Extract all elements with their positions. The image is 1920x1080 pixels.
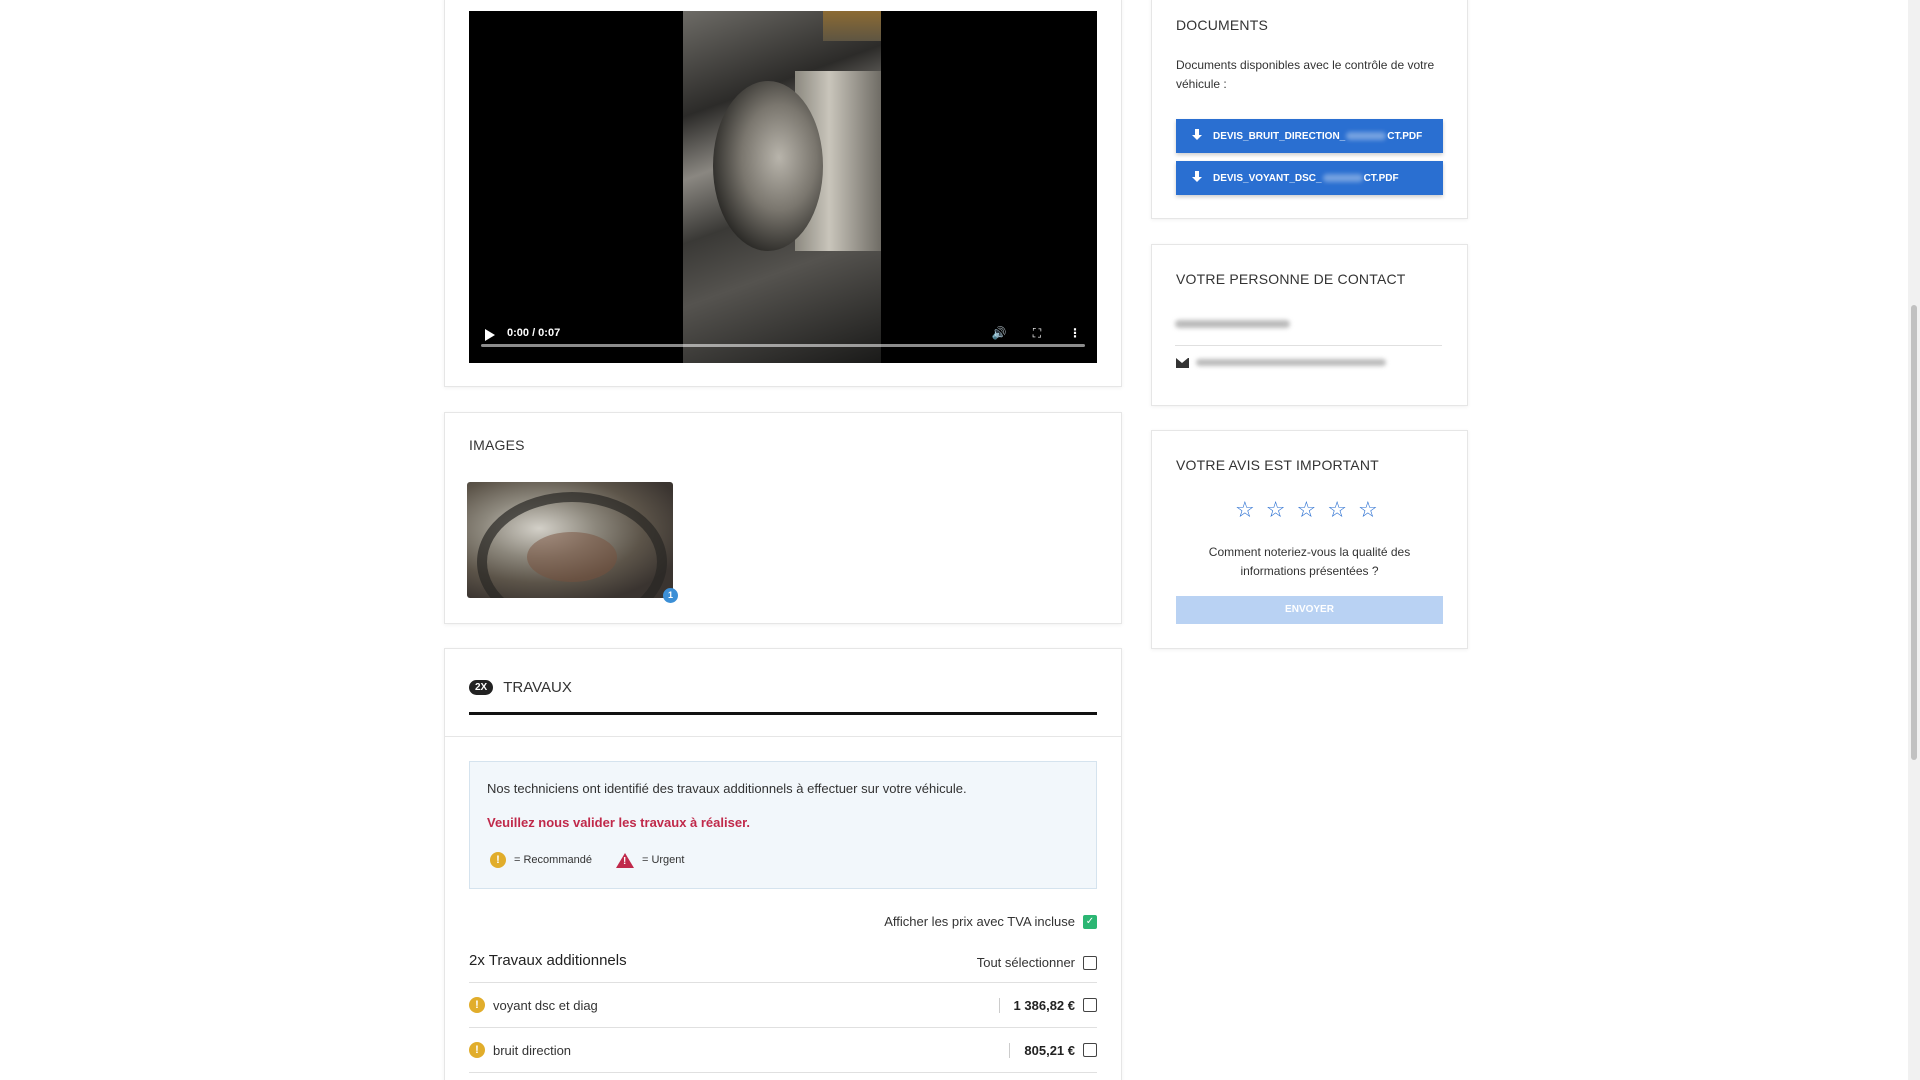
documents-description: Documents disponibles avec le contrôle d… — [1176, 58, 1435, 91]
legend-recommended: = Recommandé — [514, 854, 592, 866]
scrollbar-thumb[interactable] — [1911, 305, 1917, 760]
star-icon[interactable]: ☆ — [1327, 498, 1347, 522]
image-thumbnail[interactable] — [467, 482, 673, 598]
select-all-label: Tout sélectionner — [976, 955, 1075, 970]
fullscreen-icon[interactable]: ⛶ — [1029, 325, 1045, 341]
tab-title: TRAVAUX — [503, 679, 572, 696]
volume-icon[interactable]: 🔊 — [991, 325, 1007, 341]
play-icon[interactable] — [485, 329, 495, 341]
rating-card: VOTRE AVIS EST IMPORTANT ☆ ☆ ☆ ☆ ☆ Comme… — [1151, 430, 1468, 649]
contact-name-redacted — [1175, 320, 1290, 328]
rating-title: VOTRE AVIS EST IMPORTANT — [1176, 457, 1379, 473]
tab-travaux[interactable]: 2X TRAVAUX — [469, 679, 572, 696]
info-text: Nos techniciens ont identifié des travau… — [487, 781, 967, 796]
work-item-row: ! voyant dsc et diag 1 386,82 € — [469, 983, 1097, 1027]
info-box: Nos techniciens ont identifié des travau… — [469, 761, 1097, 889]
legend-urgent: = Urgent — [641, 854, 685, 866]
validation-warning: Veuillez nous valider les travaux à réal… — [487, 815, 751, 830]
video-frame-detail — [713, 81, 823, 251]
recommended-icon: ! — [469, 997, 485, 1013]
recommended-icon: ! — [490, 852, 506, 868]
document-extension: CT.PDF — [1363, 172, 1399, 184]
urgent-icon — [615, 852, 634, 868]
travaux-card: 2X TRAVAUX Nos techniciens ont identifié… — [444, 648, 1122, 1080]
star-icon[interactable]: ☆ — [1235, 498, 1255, 522]
video-controls: 0:00 / 0:07 🔊 ⛶ ⋮ — [469, 303, 1097, 363]
redacted-text — [1346, 132, 1387, 140]
mail-icon — [1176, 358, 1189, 368]
video-progress-bar[interactable] — [481, 344, 1085, 347]
thumbnail-count-badge: 1 — [663, 588, 678, 603]
star-icon[interactable]: ☆ — [1296, 498, 1316, 522]
images-title: IMAGES — [469, 437, 525, 453]
work-item-checkbox[interactable] — [1083, 998, 1097, 1012]
document-name: DEVIS_BRUIT_DIRECTION_ — [1213, 130, 1346, 142]
images-card: IMAGES — [444, 412, 1122, 624]
video-time: 0:00 / 0:07 — [507, 327, 561, 339]
video-player[interactable]: 0:00 / 0:07 🔊 ⛶ ⋮ — [469, 11, 1097, 363]
video-frame-detail — [823, 11, 881, 41]
document-extension: CT.PDF — [1387, 130, 1423, 142]
legend: ! = Recommandé = Urgent — [490, 852, 684, 868]
select-all[interactable]: Tout sélectionner — [977, 955, 1097, 970]
tva-checkbox[interactable]: ✓ — [1083, 914, 1097, 929]
documents-card: DOCUMENTS Documents disponibles avec le … — [1151, 0, 1468, 219]
star-icon[interactable]: ☆ — [1266, 498, 1286, 522]
more-vertical-icon[interactable]: ⋮ — [1067, 325, 1083, 341]
download-icon — [1190, 171, 1204, 185]
contact-title: VOTRE PERSONNE DE CONTACT — [1176, 271, 1406, 287]
recommended-icon: ! — [469, 1042, 485, 1058]
work-item-label: voyant dsc et diag — [493, 997, 598, 1013]
star-icon[interactable]: ☆ — [1358, 498, 1378, 522]
rating-question: Comment noteriez-vous la qualité des inf… — [1208, 545, 1411, 578]
send-button[interactable]: ENVOYER — [1176, 596, 1443, 624]
download-document-button[interactable]: DEVIS_BRUIT_DIRECTION_ CT.PDF — [1176, 119, 1443, 153]
documents-title: DOCUMENTS — [1176, 17, 1269, 33]
work-item-label: bruit direction — [493, 1042, 572, 1058]
contact-email-redacted[interactable] — [1196, 359, 1386, 366]
select-all-checkbox[interactable] — [1083, 955, 1097, 970]
video-card: 0:00 / 0:07 🔊 ⛶ ⋮ — [444, 0, 1122, 387]
divider — [445, 736, 1121, 737]
thumbnail-detail — [527, 532, 617, 582]
divider — [1175, 345, 1442, 346]
divider — [469, 1072, 1097, 1073]
tva-label: Afficher les prix avec TVA incluse — [884, 914, 1075, 929]
tab-active-underline — [469, 712, 1097, 715]
work-item-row: ! bruit direction 805,21 € — [469, 1028, 1097, 1072]
work-item-price: 805,21 € — [1009, 1042, 1075, 1058]
tab-count-badge: 2X — [469, 680, 494, 695]
download-document-button[interactable]: DEVIS_VOYANT_DSC_ CT.PDF — [1176, 161, 1443, 195]
redacted-text — [1322, 174, 1363, 182]
work-item-checkbox[interactable] — [1083, 1043, 1097, 1057]
scrollbar[interactable] — [1908, 0, 1920, 1080]
tva-toggle[interactable]: Afficher les prix avec TVA incluse ✓ — [884, 914, 1097, 929]
group-title: 2x Travaux additionnels — [469, 952, 627, 969]
download-icon — [1190, 129, 1204, 143]
document-name: DEVIS_VOYANT_DSC_ — [1213, 172, 1322, 184]
star-rating: ☆ ☆ ☆ ☆ ☆ — [1235, 498, 1389, 522]
work-item-price: 1 386,82 € — [998, 997, 1075, 1013]
